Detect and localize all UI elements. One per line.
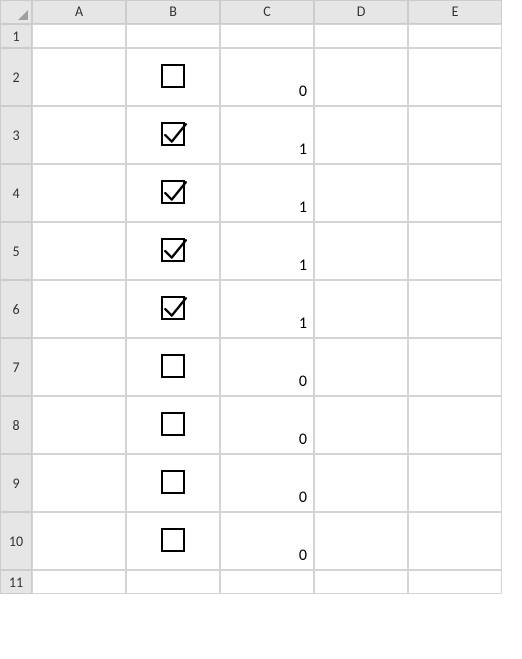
cell-B11[interactable] xyxy=(126,570,220,594)
cell-D1[interactable] xyxy=(314,24,408,48)
cell-E3[interactable] xyxy=(408,106,502,164)
row-header-4[interactable]: 4 xyxy=(0,164,32,222)
cell-C9[interactable]: 0 xyxy=(220,454,314,512)
cell-D4[interactable] xyxy=(314,164,408,222)
cell-D5[interactable] xyxy=(314,222,408,280)
cell-B7[interactable] xyxy=(126,338,220,396)
checkbox-row-3[interactable] xyxy=(161,122,185,146)
checkbox-row-6[interactable] xyxy=(161,296,185,320)
cell-E7[interactable] xyxy=(408,338,502,396)
row-header-2[interactable]: 2 xyxy=(0,48,32,106)
cell-B4[interactable] xyxy=(126,164,220,222)
col-header-B[interactable]: B xyxy=(126,0,220,24)
cell-C6[interactable]: 1 xyxy=(220,280,314,338)
checkbox-row-8[interactable] xyxy=(161,412,185,436)
col-header-E[interactable]: E xyxy=(408,0,502,24)
col-header-A[interactable]: A xyxy=(32,0,126,24)
cell-B1[interactable] xyxy=(126,24,220,48)
checkbox-row-9[interactable] xyxy=(161,470,185,494)
cell-A9[interactable] xyxy=(32,454,126,512)
cell-A11[interactable] xyxy=(32,570,126,594)
row-header-7[interactable]: 7 xyxy=(0,338,32,396)
cell-C3[interactable]: 1 xyxy=(220,106,314,164)
cell-A10[interactable] xyxy=(32,512,126,570)
checkmark-icon xyxy=(162,237,188,263)
row-header-8[interactable]: 8 xyxy=(0,396,32,454)
cell-E1[interactable] xyxy=(408,24,502,48)
cell-C2[interactable]: 0 xyxy=(220,48,314,106)
cell-B10[interactable] xyxy=(126,512,220,570)
cell-A4[interactable] xyxy=(32,164,126,222)
row-header-6[interactable]: 6 xyxy=(0,280,32,338)
cell-B8[interactable] xyxy=(126,396,220,454)
cell-E5[interactable] xyxy=(408,222,502,280)
row-header-1[interactable]: 1 xyxy=(0,24,32,48)
cell-C4[interactable]: 1 xyxy=(220,164,314,222)
row-header-11[interactable]: 11 xyxy=(0,570,32,594)
cell-E2[interactable] xyxy=(408,48,502,106)
cell-E10[interactable] xyxy=(408,512,502,570)
checkmark-icon xyxy=(162,295,188,321)
cell-D6[interactable] xyxy=(314,280,408,338)
cell-E9[interactable] xyxy=(408,454,502,512)
cell-A5[interactable] xyxy=(32,222,126,280)
cell-D7[interactable] xyxy=(314,338,408,396)
row-header-9[interactable]: 9 xyxy=(0,454,32,512)
cell-C11[interactable] xyxy=(220,570,314,594)
cell-E6[interactable] xyxy=(408,280,502,338)
cell-B2[interactable] xyxy=(126,48,220,106)
cell-D8[interactable] xyxy=(314,396,408,454)
spreadsheet-grid[interactable]: ABCDE1203141516170809010011 xyxy=(0,0,522,594)
cell-C5[interactable]: 1 xyxy=(220,222,314,280)
cell-A3[interactable] xyxy=(32,106,126,164)
cell-C1[interactable] xyxy=(220,24,314,48)
row-header-5[interactable]: 5 xyxy=(0,222,32,280)
cell-A7[interactable] xyxy=(32,338,126,396)
col-header-D[interactable]: D xyxy=(314,0,408,24)
cell-E11[interactable] xyxy=(408,570,502,594)
cell-A8[interactable] xyxy=(32,396,126,454)
col-header-C[interactable]: C xyxy=(220,0,314,24)
cell-A2[interactable] xyxy=(32,48,126,106)
checkbox-row-5[interactable] xyxy=(161,238,185,262)
cell-D9[interactable] xyxy=(314,454,408,512)
cell-E8[interactable] xyxy=(408,396,502,454)
checkbox-row-7[interactable] xyxy=(161,354,185,378)
cell-A6[interactable] xyxy=(32,280,126,338)
checkbox-row-4[interactable] xyxy=(161,180,185,204)
cell-E4[interactable] xyxy=(408,164,502,222)
row-header-10[interactable]: 10 xyxy=(0,512,32,570)
checkmark-icon xyxy=(162,121,188,147)
cell-B5[interactable] xyxy=(126,222,220,280)
row-header-3[interactable]: 3 xyxy=(0,106,32,164)
cell-B6[interactable] xyxy=(126,280,220,338)
cell-C8[interactable]: 0 xyxy=(220,396,314,454)
cell-C10[interactable]: 0 xyxy=(220,512,314,570)
cell-A1[interactable] xyxy=(32,24,126,48)
checkmark-icon xyxy=(162,179,188,205)
cell-B3[interactable] xyxy=(126,106,220,164)
cell-D3[interactable] xyxy=(314,106,408,164)
cell-C7[interactable]: 0 xyxy=(220,338,314,396)
checkbox-row-2[interactable] xyxy=(161,64,185,88)
cell-D10[interactable] xyxy=(314,512,408,570)
select-all-corner[interactable] xyxy=(0,0,32,24)
cell-B9[interactable] xyxy=(126,454,220,512)
checkbox-row-10[interactable] xyxy=(161,528,185,552)
cell-D11[interactable] xyxy=(314,570,408,594)
cell-D2[interactable] xyxy=(314,48,408,106)
